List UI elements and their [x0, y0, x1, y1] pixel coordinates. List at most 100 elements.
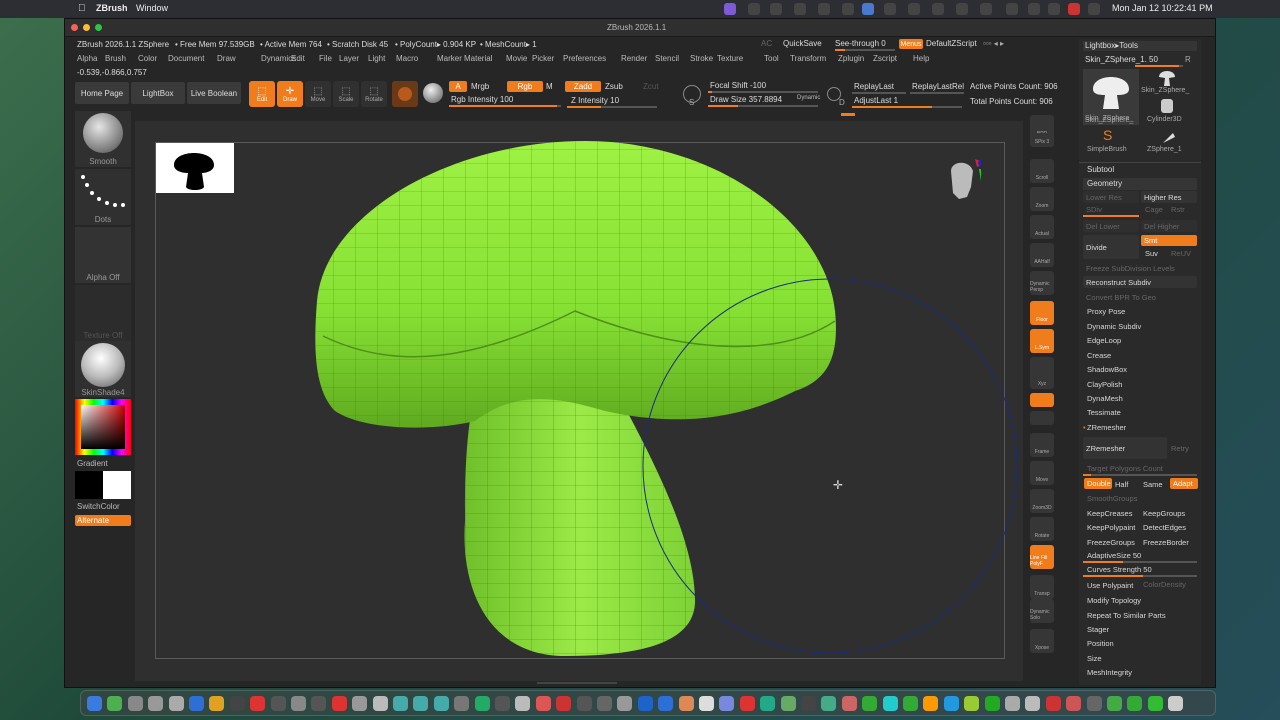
menu-stencil[interactable]: Stencil — [655, 55, 679, 63]
shelf-button-zoom[interactable]: Zoom — [1030, 187, 1054, 211]
edit-mode-button[interactable]: ⬚ Edit — [249, 81, 275, 107]
tool-thumb[interactable]: ZSphere_1 — [1139, 127, 1195, 155]
dock-app-icon[interactable] — [250, 696, 266, 711]
palette-controls-icon[interactable]: ▫▫▫ ◂ ▸ — [983, 40, 1004, 48]
focal-shift-slider[interactable]: Focal Shift -100 — [710, 82, 766, 90]
dock-app-icon[interactable] — [678, 696, 694, 711]
dock-app-icon[interactable] — [1066, 696, 1082, 711]
menu-zplugin[interactable]: Zplugin — [838, 55, 864, 63]
wifi-icon[interactable] — [1006, 3, 1018, 15]
switchcolor-button[interactable]: SwitchColor — [77, 503, 120, 511]
dock-app-icon[interactable] — [291, 696, 306, 711]
status-icon[interactable] — [770, 3, 782, 15]
freeze-subdiv-button[interactable]: Freeze SubDivision Levels — [1086, 265, 1175, 273]
dock-app-icon[interactable] — [107, 696, 123, 711]
dock-app-icon[interactable] — [495, 696, 510, 711]
shelf-button-transp[interactable]: Transp — [1030, 575, 1054, 599]
dock-app-icon[interactable] — [1107, 696, 1122, 711]
dock-app-icon[interactable] — [352, 696, 368, 711]
replaylastrel-track[interactable] — [910, 92, 964, 94]
default-zscript[interactable]: DefaultZScript — [926, 40, 977, 48]
rstr-button[interactable]: Rstr — [1171, 206, 1185, 214]
dock-app-icon[interactable] — [413, 696, 429, 711]
dock-app-icon[interactable] — [1045, 696, 1061, 711]
apple-icon[interactable]:  — [78, 4, 86, 14]
retry-button[interactable]: Retry — [1171, 445, 1189, 453]
mac-window-menu[interactable]: Window — [136, 4, 168, 13]
sdiv-track[interactable] — [1083, 215, 1139, 217]
m-button[interactable]: M — [546, 83, 553, 91]
menu-color[interactable]: Color — [138, 55, 157, 63]
dock-app-icon[interactable] — [433, 696, 449, 711]
z-intensity-slider[interactable]: Z Intensity 10 — [571, 97, 619, 105]
dynamic-toggle[interactable]: Dynamic — [797, 95, 820, 101]
zoom-button[interactable] — [95, 24, 102, 31]
color-field[interactable] — [81, 405, 125, 449]
lower-res-button[interactable]: Lower Res — [1083, 191, 1139, 203]
menu-edit[interactable]: Edit — [291, 55, 305, 63]
shelf-button-xyz[interactable]: Xyz — [1030, 375, 1054, 389]
tool-thumb[interactable]: Skin_ZSphere_ — [1139, 69, 1195, 97]
main-color-swatch[interactable] — [75, 471, 103, 499]
detectedges-button[interactable]: DetectEdges — [1143, 524, 1186, 532]
sdiv-slider[interactable]: SDiv — [1086, 206, 1102, 214]
draw-size-track[interactable] — [708, 105, 818, 107]
adaptivesize-track[interactable] — [1083, 561, 1197, 563]
home-page-button[interactable]: Home Page — [75, 82, 129, 104]
adapt-button[interactable]: Adapt — [1170, 478, 1198, 489]
dock-app-icon[interactable] — [984, 696, 1000, 711]
reuv-button[interactable]: ReUV — [1171, 250, 1191, 258]
dock-app-icon[interactable] — [127, 696, 143, 711]
gradient-label[interactable]: Gradient — [77, 460, 108, 468]
move-mode-button[interactable]: ⬚ Move — [305, 81, 331, 107]
sphere-icon[interactable] — [423, 83, 443, 103]
menu-transform[interactable]: Transform — [790, 55, 826, 63]
rgb-button[interactable]: Rgb — [507, 81, 543, 92]
menu-stroke[interactable]: Stroke — [690, 55, 713, 63]
colordensity-slider[interactable]: ColorDensity — [1143, 581, 1186, 589]
mrgb-button[interactable]: Mrgb — [471, 83, 489, 91]
dock-app-icon[interactable] — [209, 696, 225, 711]
lightbox-tools-header[interactable]: Lightbox▸Tools — [1083, 41, 1197, 51]
double-button[interactable]: Double — [1084, 478, 1112, 489]
menu-marker[interactable]: Marker — [437, 55, 462, 63]
canvas-area[interactable]: ✛ — [135, 121, 1023, 681]
dock-app-icon[interactable] — [841, 696, 857, 711]
subtool-header[interactable]: Subtool — [1087, 166, 1114, 174]
dock-app-icon[interactable] — [903, 696, 918, 711]
subpalette-size[interactable]: Size — [1087, 655, 1102, 663]
status-icon[interactable] — [932, 3, 944, 15]
shelf-button-tool-12[interactable] — [1030, 411, 1054, 425]
shelf-button-line-fill-polyf[interactable]: Line Fill PolyF — [1030, 545, 1054, 569]
del-higher-button[interactable]: Del Higher — [1141, 220, 1197, 232]
control-center-icon[interactable] — [1028, 3, 1040, 15]
status-icon[interactable] — [818, 3, 830, 15]
current-tool-label[interactable]: Skin_ZSphere_1. 50 — [1085, 56, 1158, 64]
dock-app-icon[interactable] — [923, 696, 939, 711]
shelf-button-move[interactable]: Move — [1030, 461, 1054, 485]
target-polygons-track[interactable] — [1083, 474, 1197, 476]
curves-strength-track[interactable] — [1083, 575, 1197, 577]
zadd-button[interactable]: Zadd — [565, 81, 601, 92]
brush-slot[interactable]: Smooth — [75, 111, 131, 167]
dock-app-icon[interactable] — [393, 696, 408, 711]
see-through-slider[interactable]: See-through 0 — [835, 40, 886, 48]
search-icon[interactable] — [1048, 3, 1060, 15]
z-intensity-track[interactable] — [567, 106, 657, 108]
menu-preferences[interactable]: Preferences — [563, 55, 606, 63]
zsub-button[interactable]: Zsub — [605, 83, 623, 91]
divide-button[interactable]: Divide — [1083, 235, 1139, 259]
freezegroups-button[interactable]: FreezeGroups — [1087, 539, 1135, 547]
alternate-button[interactable]: Alternate — [75, 515, 131, 526]
secondary-color-swatch[interactable] — [103, 471, 131, 499]
geometry-item-shadowbox[interactable]: ShadowBox — [1087, 366, 1127, 374]
menu-file[interactable]: File — [319, 55, 332, 63]
rotate-mode-button[interactable]: ⬚ Rotate — [361, 81, 387, 107]
dock-app-icon[interactable] — [699, 696, 714, 711]
dock-app-icon[interactable] — [535, 696, 551, 711]
replaylastrel-button[interactable]: ReplayLastRel — [912, 83, 964, 91]
use-polypaint-button[interactable]: Use Polypaint — [1087, 582, 1133, 590]
subpalette-meshintegrity[interactable]: MeshIntegrity — [1087, 669, 1132, 677]
dock-app-icon[interactable] — [780, 696, 796, 711]
shelf-button-zoom3d[interactable]: Zoom3D — [1030, 489, 1054, 513]
